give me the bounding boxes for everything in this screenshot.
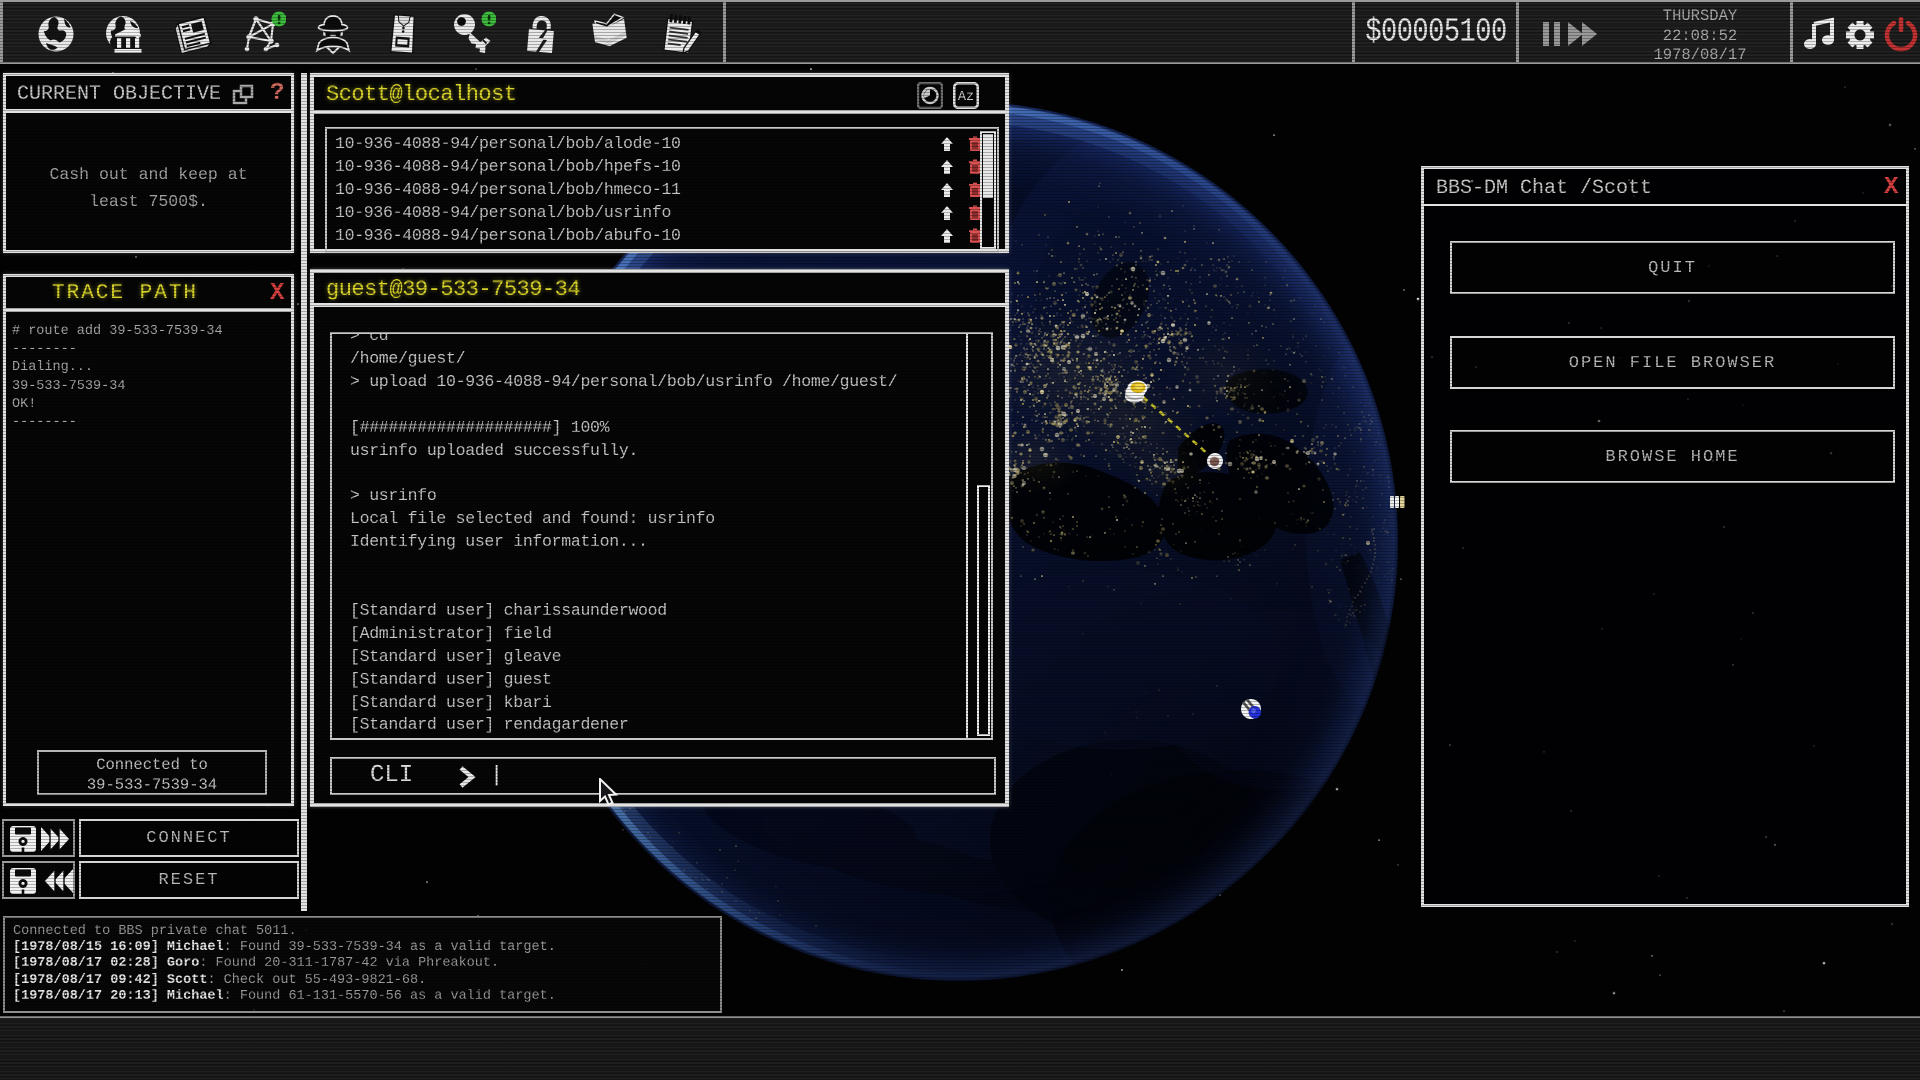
svg-text:Az: Az [958,90,974,105]
